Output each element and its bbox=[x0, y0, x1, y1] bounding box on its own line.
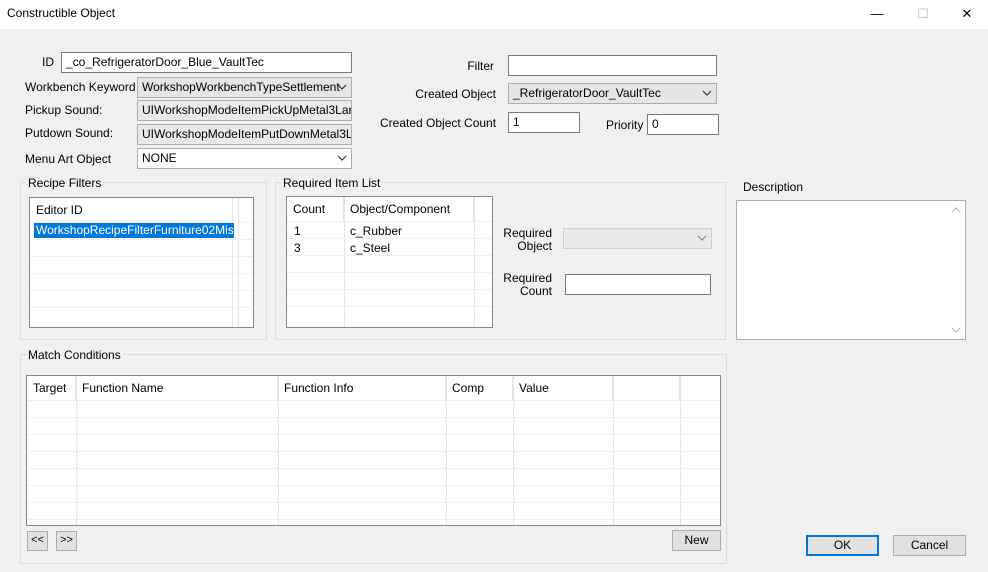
object-component-header[interactable]: Object/Component bbox=[344, 197, 474, 221]
match-conditions-list[interactable]: Target Function Name Function Info Comp … bbox=[26, 375, 721, 526]
workbench-keyword-select[interactable]: WorkshopWorkbenchTypeSettlement bbox=[137, 77, 352, 98]
target-header[interactable]: Target bbox=[27, 376, 76, 400]
ok-button[interactable]: OK bbox=[806, 535, 879, 556]
description-textarea[interactable] bbox=[736, 200, 966, 340]
value-header[interactable]: Value bbox=[513, 376, 613, 400]
pickup-sound-label: Pickup Sound: bbox=[25, 103, 103, 117]
id-input[interactable]: _co_RefrigeratorDoor_Blue_VaultTec bbox=[61, 52, 352, 73]
menu-art-label: Menu Art Object bbox=[25, 152, 112, 166]
created-object-value: _RefrigeratorDoor_VaultTec bbox=[513, 86, 661, 100]
list-item[interactable]: WorkshopRecipeFilterFurniture02Misc bbox=[34, 223, 240, 238]
item-count-cell: 1 bbox=[294, 224, 301, 238]
priority-input[interactable]: 0 bbox=[647, 114, 719, 135]
recipe-filters-list[interactable]: Editor ID WorkshopRecipeFilterFurniture0… bbox=[29, 197, 254, 328]
count-header[interactable]: Count bbox=[287, 197, 344, 221]
created-object-count-input[interactable]: 1 bbox=[508, 112, 580, 133]
maximize-button[interactable]: ☐ bbox=[900, 0, 946, 29]
chevron-down-icon bbox=[702, 90, 712, 96]
new-condition-button[interactable]: New bbox=[672, 530, 721, 551]
scroll-down-icon[interactable] bbox=[951, 325, 961, 335]
comp-header[interactable]: Comp bbox=[446, 376, 513, 400]
required-object-select[interactable] bbox=[563, 228, 712, 249]
close-button[interactable]: ✕ bbox=[944, 0, 988, 29]
minimize-button[interactable]: — bbox=[854, 0, 900, 29]
workbench-keyword-label: Workbench Keyword bbox=[25, 80, 136, 94]
item-object-cell: c_Steel bbox=[350, 241, 391, 255]
filter-input[interactable] bbox=[508, 55, 717, 76]
required-item-list[interactable]: Count Object/Component 1 c_Rubber 3 c_St… bbox=[286, 196, 493, 328]
required-count-label: Required bbox=[503, 271, 552, 285]
required-count-label-2: Count bbox=[519, 284, 552, 298]
description-label: Description bbox=[743, 180, 804, 194]
workbench-keyword-value: WorkshopWorkbenchTypeSettlement bbox=[142, 80, 340, 94]
match-conditions-title: Match Conditions bbox=[26, 348, 123, 362]
scroll-up-icon[interactable] bbox=[951, 205, 961, 215]
function-info-header[interactable]: Function Info bbox=[278, 376, 446, 400]
created-object-count-label: Created Object Count bbox=[380, 116, 497, 130]
item-count-cell: 3 bbox=[294, 241, 301, 255]
item-object-cell: c_Rubber bbox=[350, 224, 403, 238]
required-object-label: Required bbox=[503, 226, 552, 240]
description-scrollbar[interactable] bbox=[948, 201, 965, 339]
chevron-down-icon bbox=[337, 84, 347, 90]
chevron-down-icon bbox=[697, 235, 707, 241]
empty-header bbox=[613, 376, 680, 400]
menu-art-value: NONE bbox=[142, 151, 177, 165]
priority-label: Priority bbox=[606, 118, 644, 132]
filter-label: Filter bbox=[467, 59, 494, 73]
required-object-label-2: Object bbox=[517, 239, 552, 253]
next-page-button[interactable]: >> bbox=[56, 531, 77, 551]
cancel-button[interactable]: Cancel bbox=[893, 535, 966, 556]
created-object-label: Created Object bbox=[415, 87, 496, 101]
previous-page-button[interactable]: << bbox=[27, 531, 48, 551]
function-name-header[interactable]: Function Name bbox=[76, 376, 278, 400]
pickup-sound-field[interactable]: UIWorkshopModeItemPickUpMetal3Large bbox=[137, 100, 352, 121]
required-count-input[interactable] bbox=[565, 274, 711, 295]
editor-id-header[interactable]: Editor ID bbox=[30, 198, 232, 222]
putdown-sound-field[interactable]: UIWorkshopModeItemPutDownMetal3Large bbox=[137, 124, 352, 145]
title-bar bbox=[0, 0, 988, 29]
menu-art-select[interactable]: NONE bbox=[137, 148, 352, 169]
created-object-select[interactable]: _RefrigeratorDoor_VaultTec bbox=[508, 83, 717, 104]
chevron-down-icon bbox=[337, 155, 347, 161]
id-label: ID bbox=[42, 55, 54, 69]
recipe-filters-title: Recipe Filters bbox=[26, 176, 104, 190]
required-item-title: Required Item List bbox=[281, 176, 383, 190]
window-title: Constructible Object bbox=[7, 6, 116, 20]
putdown-sound-label: Putdown Sound: bbox=[25, 126, 114, 140]
